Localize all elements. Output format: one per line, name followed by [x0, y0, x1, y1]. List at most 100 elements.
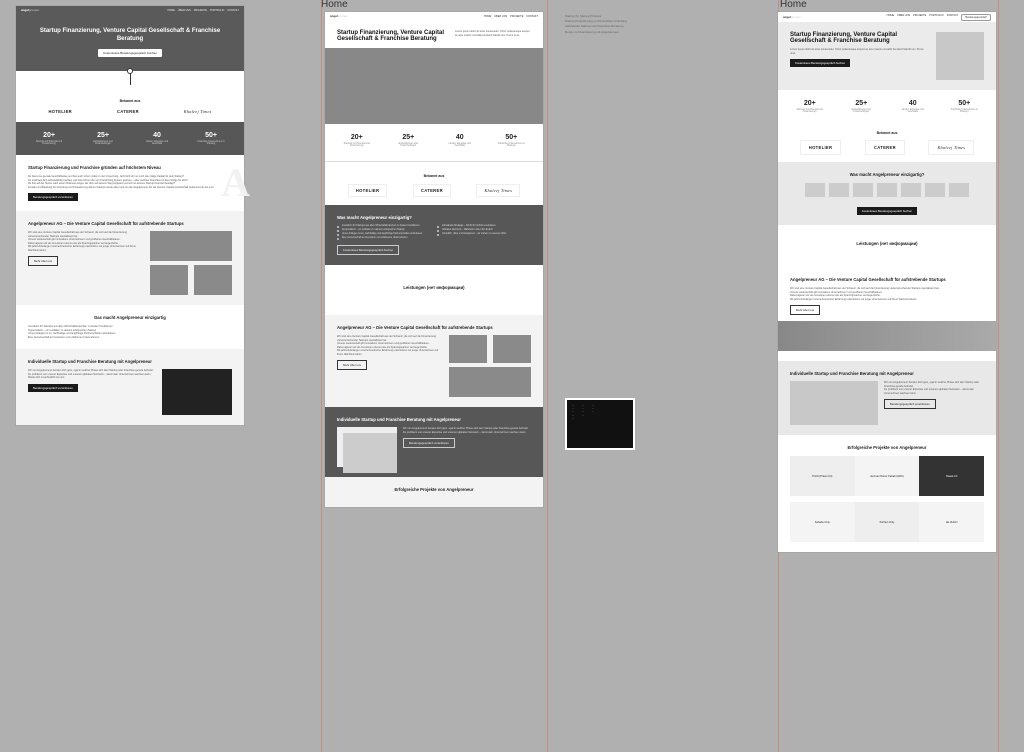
known-from-title: Bekannt aus — [325, 174, 543, 178]
stat: 20+Startups mit Potential und Finanzieru… — [795, 100, 825, 113]
hero-subtext: Lorem ipsum dolor sit amet consectetur. … — [790, 48, 928, 55]
press-brand: CATERER — [413, 184, 451, 197]
nav-link[interactable]: HOME — [167, 9, 175, 12]
hero-subtext: Lorem ipsum dolor sit amet consectetur. … — [455, 30, 531, 42]
main-nav: HOME ÜBER UNS PROJEKTE KONTAKT — [484, 15, 538, 18]
nav-link[interactable]: PORTFOLIO — [210, 9, 224, 12]
vc-cta-button[interactable]: Mehr über uns — [28, 256, 58, 266]
nav-link[interactable]: PROJEKTE — [194, 9, 207, 12]
stats-section: 20+Startups mit Potential und Finanzieru… — [325, 124, 543, 157]
vc-cta-button[interactable]: Mehr über uns — [790, 305, 820, 315]
stat: 50+Franchise Unternehmen in Planung — [196, 132, 226, 145]
nav-link[interactable]: KONTAKT — [526, 15, 538, 18]
nav-link[interactable]: HOME — [887, 14, 895, 21]
thumb — [853, 183, 873, 197]
vc-title: Angelpreneur AG – Die Venture Capital Ge… — [28, 221, 232, 226]
stat: 20+Startups mit Potential und Finanzieru… — [34, 132, 64, 145]
nav-link[interactable]: KONTAKT — [227, 9, 239, 12]
thumb — [829, 183, 849, 197]
project-tile[interactable]: Kitchen Only — [855, 502, 920, 542]
nav-link[interactable]: ÜBER UNS — [178, 9, 191, 12]
intro-cta-button[interactable]: Beratungsgespräch vereinbaren — [28, 193, 78, 201]
project-tile[interactable]: Prizzl (Prison Art) — [790, 456, 855, 496]
consult-text: Wir von Angelpreneur beraten dich gern, … — [403, 427, 531, 431]
column-label-home-2: Home — [780, 0, 807, 10]
unique-section: Was macht Angelpreneur einzigartig? Kost… — [778, 162, 996, 225]
image-placeholder — [790, 381, 878, 425]
nav-link[interactable]: ÜBER UNS — [897, 14, 910, 21]
vc-title: Angelpreneur AG – Die Venture Capital Ge… — [337, 325, 531, 330]
nav-link[interactable]: ÜBER UNS — [494, 15, 507, 18]
nav-link[interactable]: PROJEKTE — [510, 15, 523, 18]
consult-cta-button[interactable]: Beratungsgespräch vereinbaren — [884, 399, 936, 409]
hero-cta-button[interactable]: Kostenloses Beratungsgespräch buchen — [790, 59, 850, 67]
projects-title: Erfolgreiche Projekte von Angelpreneur — [790, 445, 984, 450]
press-brand: CATERER — [117, 109, 139, 114]
meta-line: Startup Finanzierung und Franchise Gründ… — [565, 19, 635, 23]
hero-image — [325, 48, 543, 124]
consult-section: Individuelle Startup und Franchise Berat… — [325, 407, 543, 477]
stats-section: 20+Startups mit Potential und Finanzieru… — [778, 90, 996, 123]
consult-section: Individuelle Startup und Franchise Berat… — [778, 361, 996, 435]
column-label-home-1: Home — [321, 0, 348, 10]
hero-title: Startup Finanzierung, Venture Capital Ge… — [790, 32, 900, 44]
brand-logo[interactable]: angelpreneur — [330, 14, 348, 18]
hero: Startup Finanzierung, Venture Capital Ge… — [778, 22, 996, 90]
mockup-c: angelpreneur HOME ÜBER UNS PROJEKTE PORT… — [778, 12, 996, 552]
unique-cta-button[interactable]: Kostenloses Beratungsgespräch buchen — [857, 207, 917, 215]
unique-title: Was macht Angelpreneur einzigartig? — [337, 215, 531, 220]
projects-section: Erfolgreiche Projekte von Angelpreneur — [325, 477, 543, 507]
vc-cta-button[interactable]: Mehr über uns — [337, 360, 367, 370]
hero: Startup Finanzierung, Venture Capital Ge… — [16, 14, 244, 71]
known-from: Bekannt aus HOTELIER CATERER Khaleej Tim… — [16, 91, 244, 122]
stat: 50+Franchise Unternehmen in Planung — [496, 134, 526, 147]
consult-cta-button[interactable]: Beratungsgespräch vereinbaren — [403, 438, 455, 448]
consult-cta-button[interactable]: Beratungsgespräch vereinbaren — [28, 384, 78, 392]
vc-text: Unsere Leidenschaft gilt innovativen Unt… — [337, 342, 443, 346]
nav-link[interactable]: KONTAKT — [947, 14, 959, 21]
meta-line: Startup für Startup Prozess — [565, 14, 635, 18]
unique-title: Was macht Angelpreneur einzigartig? — [790, 172, 984, 177]
unique-bullet: Individuelle Strategie – Schritt für Sch… — [437, 225, 531, 227]
press-brand: HOTELIER — [48, 109, 72, 114]
image-placeholder — [162, 369, 232, 415]
intro-section: A Startup Finanzierung und Franchise grü… — [16, 155, 244, 211]
guide-line — [547, 0, 548, 752]
scroll-indicator — [16, 71, 244, 91]
nav-link[interactable]: HOME — [484, 15, 492, 18]
nav-cta-button[interactable]: Beratungsgespräch — [961, 14, 991, 21]
hero-title: Startup Finanzierung, Venture Capital Ge… — [337, 30, 447, 42]
image-placeholder — [343, 433, 397, 473]
project-tile[interactable]: German Doner Kebab (GDK) — [855, 456, 920, 496]
consult-title: Individuelle Startup und Franchise Berat… — [28, 359, 232, 364]
consult-text: Melde dich unverbindlich bei uns. — [28, 376, 156, 380]
project-tile[interactable]: Sweet.Ch — [919, 456, 984, 496]
consult-text: Du profitierst von unserer Expertise und… — [403, 431, 531, 435]
press-brand: CATERER — [866, 141, 904, 154]
press-brand: Khaleej Times — [929, 141, 973, 154]
services-title: Leistungen (нет информации) — [325, 285, 543, 290]
press-brand: Khaleej Times — [184, 109, 212, 114]
vc-section: Angelpreneur AG – Die Venture Capital Ge… — [778, 267, 996, 361]
intro-title: Startup Finanzierung und Franchise gründ… — [28, 165, 232, 170]
nav-link[interactable]: PROJEKTE — [913, 14, 926, 21]
nav-link[interactable]: PORTFOLIO — [929, 14, 943, 21]
unique-bullet: Systematisch – ein Leitfaden zu deinem e… — [337, 229, 431, 231]
services-section: Leistungen (нет информации) — [778, 225, 996, 267]
image-placeholder — [194, 265, 232, 295]
vc-text: Mit jahrzehntelanger unternehmerischer E… — [790, 298, 984, 302]
image-placeholder — [449, 335, 487, 363]
project-tile[interactable]: Kebabs Only — [790, 502, 855, 542]
hero: Startup Finanzierung, Venture Capital Ge… — [325, 20, 543, 124]
hero-title: Startup Finanzierung, Venture Capital Ge… — [26, 28, 234, 43]
unique-cta-button[interactable]: Kostenloses Beratungsgespräch buchen — [337, 245, 399, 255]
brand-logo[interactable]: angelpreneur — [21, 8, 39, 12]
project-tile[interactable]: LE HUGO — [919, 502, 984, 542]
thumb — [877, 183, 897, 197]
consult-text: Wir von Angelpreneur beraten dich gern, … — [28, 369, 156, 373]
brand-logo[interactable]: angelpreneur — [783, 15, 801, 19]
vc-title: Angelpreneur AG – Die Venture Capital Ge… — [790, 277, 984, 282]
image-placeholder — [150, 231, 232, 261]
hero-cta-button[interactable]: Kostenloses Beratungsgespräch buchen — [98, 49, 162, 57]
topbar: angelpreneur HOME ÜBER UNS PROJEKTE KONT… — [325, 12, 543, 20]
